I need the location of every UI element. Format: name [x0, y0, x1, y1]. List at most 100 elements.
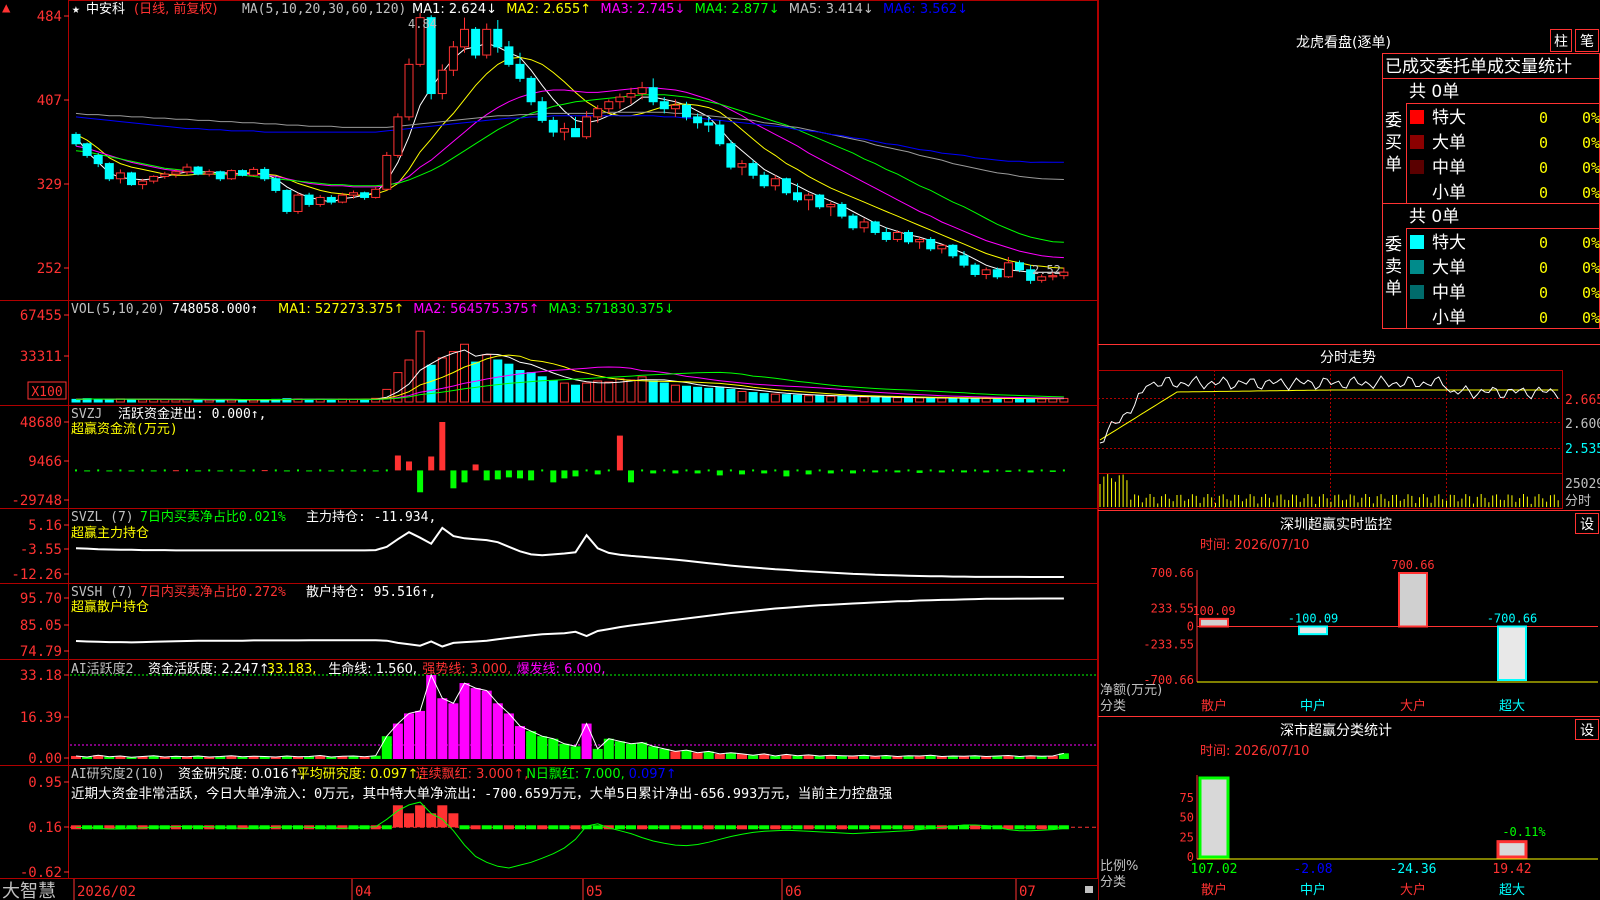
candle-body	[504, 46, 514, 65]
intraday-price-mid: 2.600	[1565, 417, 1600, 432]
flow-bar	[616, 435, 623, 471]
flow-bar	[961, 470, 967, 473]
volume-bar	[204, 399, 214, 403]
volume-bar	[737, 391, 747, 403]
volume-bar	[515, 370, 525, 403]
candle-body	[71, 133, 81, 145]
volume-bar	[659, 382, 669, 403]
candle-body	[215, 171, 225, 180]
flow-bar	[394, 455, 401, 471]
volume-ma-line	[75, 366, 1064, 400]
candle-body	[360, 192, 370, 198]
flow-bar	[916, 470, 923, 473]
ai-research-tick-high: 0.95	[28, 775, 62, 791]
ai-active-y-labels: 33.18 16.39 0.00	[20, 668, 62, 767]
candle-body	[382, 154, 392, 190]
intraday-price-high: 2.665	[1565, 393, 1600, 408]
y-tick-407: 407	[37, 93, 62, 109]
stats-category: 大户	[1400, 882, 1426, 898]
svzj-tick-low: -29748	[11, 493, 62, 509]
research-bar	[659, 825, 670, 830]
svsh-subtitle: 超赢散户持仓	[71, 599, 149, 615]
volume-bar	[892, 397, 902, 403]
candle-body	[737, 163, 747, 168]
volume-bar	[704, 387, 714, 403]
candle-body	[970, 264, 980, 275]
candle-body	[493, 28, 503, 48]
candle-body	[371, 188, 381, 198]
volume-bar	[559, 382, 569, 403]
svsh-title: SVSH (7)	[71, 585, 134, 600]
zoom-icon[interactable]: ▲	[2, 0, 11, 16]
flow-dot	[75, 469, 77, 472]
flow-dot	[707, 469, 710, 472]
svzl-tick-low: -12.26	[11, 567, 62, 583]
activity-bar	[592, 748, 603, 759]
flow-bar	[461, 470, 468, 483]
volume-bar	[693, 386, 703, 403]
flow-bar	[872, 470, 879, 473]
svsh-header: SVSH (7) 7日内买卖净占比0.272% 散户持仓: 95.516↑, 超…	[71, 584, 436, 615]
activity-bar	[725, 752, 736, 759]
candle-body	[615, 96, 625, 103]
ma-line-ma6	[75, 115, 1064, 163]
research-bar	[703, 825, 714, 830]
flow-bar	[483, 470, 490, 481]
date-05: 05	[586, 884, 603, 900]
candle-body	[127, 172, 136, 186]
row-count: 0	[1539, 234, 1548, 252]
flow-dot	[274, 469, 277, 472]
candle-body	[992, 269, 1002, 278]
flow-dot	[230, 469, 233, 472]
candle-body	[781, 178, 791, 194]
stats-value-label: -2.08	[1293, 862, 1332, 877]
ai-research-title: AI研究度2(10)	[71, 766, 165, 782]
monitor-category: 散户	[1201, 698, 1227, 714]
sz-monitor-y-label: 净额(万元)	[1100, 683, 1162, 698]
date-2026-02: 2026/02	[77, 884, 136, 900]
candle-body	[926, 238, 936, 250]
candle-body	[104, 163, 114, 180]
period-label[interactable]: (日线, 前复权)	[134, 1, 217, 17]
candle-body	[604, 101, 614, 110]
vol-title: VOL(5,10,20)	[71, 302, 165, 317]
stats-y-tick: 25	[1180, 830, 1194, 844]
flow-dot	[685, 469, 688, 472]
ai-research-comment: 近期大资金非常活跃，今日大单净流入：0万元，其中特大单净流出：-700.659万…	[71, 785, 893, 802]
research-bar	[859, 825, 870, 830]
monitor-bar	[1199, 617, 1229, 628]
research-line	[75, 801, 1064, 869]
row-pct: 0%	[1582, 184, 1600, 202]
activity-bar	[581, 723, 592, 759]
candle-body	[1059, 271, 1069, 277]
candle-body	[160, 173, 170, 177]
research-bar	[903, 825, 914, 830]
activity-plot	[70, 673, 1097, 759]
candle-body	[659, 101, 669, 110]
activity-bar	[614, 741, 625, 759]
brand-logo[interactable]: 大智慧	[2, 881, 56, 900]
volume-bar	[593, 380, 603, 403]
activity-bar	[515, 726, 525, 759]
activity-bar	[714, 753, 725, 759]
flow-bar	[739, 470, 745, 475]
research-bar	[870, 825, 881, 830]
ai-active-tick-high: 33.18	[20, 668, 62, 684]
row-count: 0	[1539, 259, 1548, 277]
retail-holding-plot	[75, 597, 1064, 648]
research-bar	[448, 813, 459, 828]
stock-name[interactable]: 中安科	[86, 2, 125, 17]
flow-bar	[550, 470, 557, 483]
lock-icon[interactable]	[1085, 886, 1093, 893]
ai-research-items-item-3: N日飘红: 7.000,	[526, 766, 625, 782]
candle-body	[881, 231, 891, 240]
research-bar	[404, 813, 414, 828]
volume-bar	[981, 398, 991, 403]
volume-bar	[848, 396, 858, 403]
stats-y-tick: 50	[1180, 811, 1194, 825]
row-name: 大单	[1432, 258, 1466, 278]
flow-dot	[951, 469, 954, 472]
volume-ma-line	[75, 354, 1064, 401]
flow-dot	[385, 469, 388, 472]
date-07: 07	[1019, 884, 1036, 900]
